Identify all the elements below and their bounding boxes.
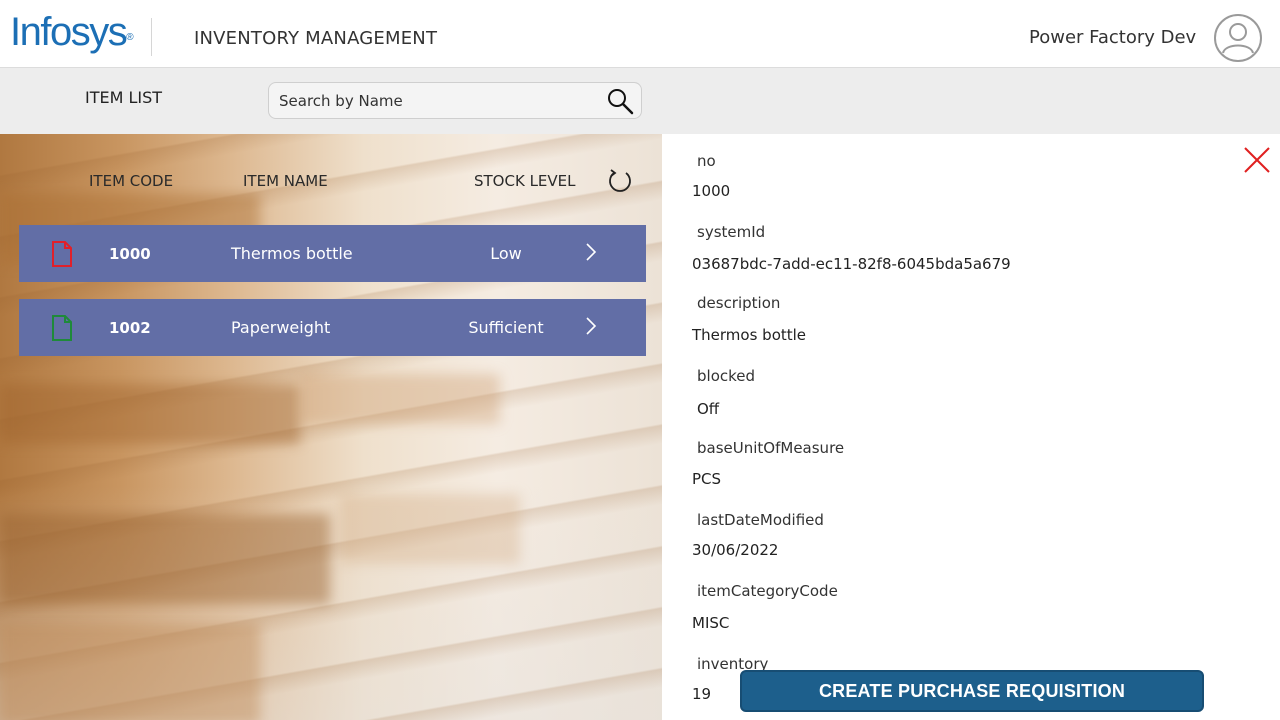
field-label-base-unit: baseUnitOfMeasure <box>697 439 845 457</box>
item-code: 1002 <box>109 319 151 337</box>
chevron-right-icon[interactable] <box>583 241 599 263</box>
field-label-last-date-modified: lastDateModified <box>697 511 824 529</box>
list-item[interactable]: 1002 Paperweight Sufficient <box>19 299 646 356</box>
stock-level: Low <box>490 244 522 263</box>
column-header-item-name: ITEM NAME <box>243 172 328 190</box>
toolbar: ITEM LIST <box>0 68 1280 134</box>
user-circle-icon[interactable] <box>1213 13 1263 63</box>
field-value-inventory: 19 <box>692 685 712 703</box>
document-icon <box>52 241 72 267</box>
app-title: INVENTORY MANAGEMENT <box>194 28 438 49</box>
item-list-panel: ITEM CODE ITEM NAME STOCK LEVEL 1000 The… <box>0 134 662 720</box>
column-header-stock-level: STOCK LEVEL <box>474 172 576 190</box>
stock-level: Sufficient <box>468 318 544 337</box>
field-label-blocked: blocked <box>697 367 756 385</box>
app-header: Infosys® INVENTORY MANAGEMENT Power Fact… <box>0 0 1280 68</box>
item-list-label: ITEM LIST <box>85 88 163 107</box>
item-name: Paperweight <box>231 318 331 337</box>
search-input[interactable] <box>279 88 599 114</box>
field-value-item-category: MISC <box>692 614 730 632</box>
item-detail-panel: no 1000 systemId 03687bdc-7add-ec11-82f8… <box>662 134 1280 720</box>
background-shelf <box>0 514 330 604</box>
close-icon[interactable] <box>1242 145 1272 175</box>
infosys-logo: Infosys® <box>10 8 134 56</box>
logo-registered-mark: ® <box>126 32 134 43</box>
field-value-blocked: Off <box>697 400 720 418</box>
create-purchase-requisition-button[interactable]: CREATE PURCHASE REQUISITION <box>740 670 1204 712</box>
background-shelf <box>0 624 260 720</box>
field-label-system-id: systemId <box>697 223 766 241</box>
item-name: Thermos bottle <box>231 244 353 263</box>
field-label-no: no <box>697 152 716 170</box>
field-label-item-category: itemCategoryCode <box>697 582 838 600</box>
field-value-description: Thermos bottle <box>692 326 807 344</box>
refresh-icon[interactable] <box>606 167 634 195</box>
field-value-system-id: 03687bdc-7add-ec11-82f8-6045bda5a679 <box>692 255 1011 273</box>
field-label-description: description <box>697 294 781 312</box>
chevron-right-icon[interactable] <box>583 315 599 337</box>
background-shelf <box>300 374 500 424</box>
column-header-item-code: ITEM CODE <box>89 172 174 190</box>
document-icon <box>52 315 72 341</box>
user-name: Power Factory Dev <box>1029 27 1197 48</box>
list-item[interactable]: 1000 Thermos bottle Low <box>19 225 646 282</box>
background-shelf <box>0 384 300 444</box>
background-shelf <box>340 494 520 564</box>
field-value-base-unit: PCS <box>692 470 722 488</box>
field-value-no: 1000 <box>692 182 731 200</box>
search-box[interactable] <box>268 82 642 119</box>
header-divider <box>151 18 152 56</box>
field-value-last-date-modified: 30/06/2022 <box>692 541 779 559</box>
item-code: 1000 <box>109 245 151 263</box>
search-icon[interactable] <box>605 87 635 115</box>
logo-text: Infosys <box>10 10 128 54</box>
